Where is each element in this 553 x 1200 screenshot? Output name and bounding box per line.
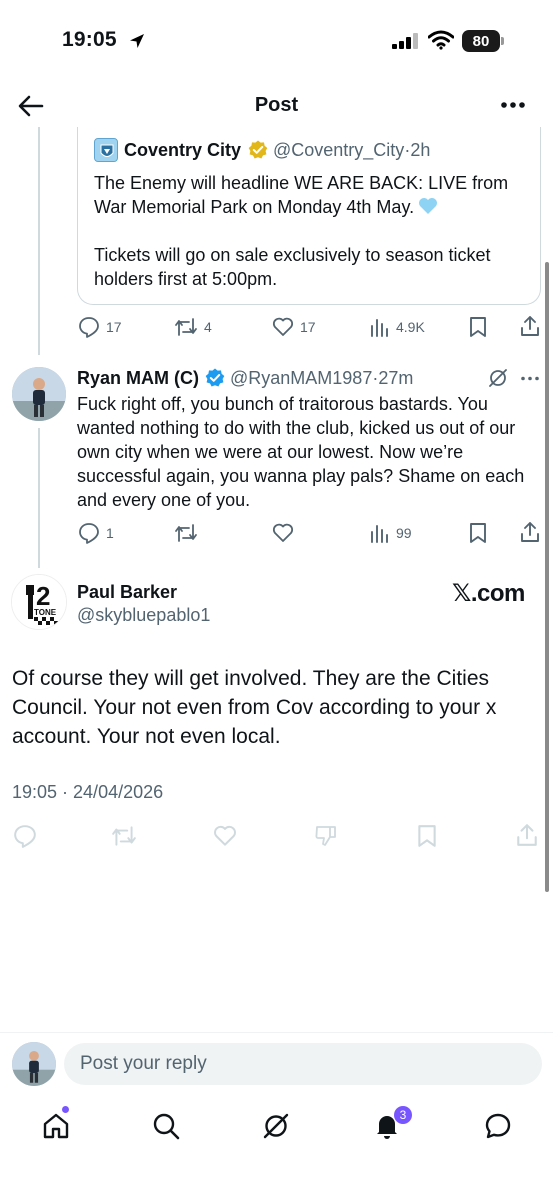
reply-count-button[interactable]: 17	[78, 316, 122, 338]
grok-icon[interactable]	[488, 368, 508, 388]
grok-icon	[263, 1113, 289, 1139]
dislike-icon	[315, 826, 336, 846]
status-time: 19:05	[62, 28, 117, 51]
views-count: 4.9K	[396, 319, 425, 335]
heart-icon	[272, 317, 294, 336]
repost-count: 4	[204, 319, 212, 335]
share-icon	[517, 824, 537, 846]
views-count: 99	[396, 525, 412, 541]
reply-author-handle: @RyanMAM1987·27m	[230, 368, 414, 388]
like-button[interactable]	[272, 522, 294, 544]
downvote-button[interactable]	[314, 824, 338, 848]
wifi-icon	[428, 30, 454, 50]
gold-verified-badge-icon	[248, 140, 268, 160]
avatar-logo-word: TONE	[34, 608, 57, 617]
heart-icon	[272, 523, 294, 542]
x-com-watermark: 𝕏.com	[452, 580, 525, 607]
notifications-badge: 3	[394, 1106, 412, 1124]
reply-icon	[79, 317, 99, 338]
share-icon	[521, 316, 539, 336]
bookmark-button[interactable]	[468, 522, 488, 544]
thread-line	[38, 428, 40, 568]
repost-icon	[175, 524, 197, 542]
bookmark-icon	[470, 317, 486, 337]
home-unread-dot	[62, 1106, 69, 1113]
nav-messages[interactable]	[484, 1112, 512, 1140]
repost-button[interactable]	[174, 522, 198, 544]
views-button[interactable]: 4.9K	[370, 316, 425, 338]
reply-more-icon[interactable]	[520, 376, 540, 381]
share-button[interactable]	[519, 315, 541, 337]
reply-icon	[14, 825, 36, 848]
repost-button[interactable]	[111, 824, 137, 848]
share-icon	[521, 522, 539, 542]
reply-button[interactable]	[13, 824, 37, 848]
bookmark-button[interactable]	[468, 316, 488, 338]
thread-line	[38, 127, 40, 355]
reply-author-avatar[interactable]	[12, 367, 66, 421]
cellular-signal-icon	[392, 33, 420, 49]
avatar-logo-number: 2	[36, 581, 50, 611]
reply-author-name[interactable]: Ryan MAM (C)	[77, 368, 199, 389]
nav-home[interactable]	[42, 1112, 70, 1140]
repost-count-button[interactable]: 4	[174, 316, 212, 338]
views-chart-icon	[371, 319, 388, 337]
bookmark-button[interactable]	[416, 824, 438, 848]
heart-icon	[214, 825, 236, 846]
blue-verified-badge-icon	[205, 368, 225, 388]
location-arrow-icon	[128, 32, 146, 50]
reply-icon	[79, 523, 99, 544]
page-title: Post	[254, 94, 299, 116]
divider	[0, 1032, 553, 1033]
reply-count-button[interactable]: 1	[78, 522, 114, 544]
share-button[interactable]	[515, 823, 539, 847]
like-count-button[interactable]: 17	[272, 316, 316, 338]
reply-text: Fuck right off, you bunch of traitorous …	[77, 394, 525, 510]
main-post-text: Of course they will get involved. They a…	[12, 667, 497, 748]
current-user-avatar[interactable]	[12, 1042, 56, 1086]
nav-search[interactable]	[152, 1112, 180, 1140]
bookmark-icon	[470, 523, 486, 543]
main-author-avatar[interactable]: 2 TONE	[11, 574, 67, 630]
chat-bubble-icon	[485, 1113, 511, 1139]
post-timestamp: 19:05 · 24/04/2026	[12, 782, 164, 802]
back-arrow-icon[interactable]	[18, 94, 44, 118]
views-button[interactable]: 99	[370, 522, 412, 544]
main-author-name[interactable]: Paul Barker	[77, 582, 177, 603]
quoted-author-name[interactable]: Coventry City	[124, 140, 241, 161]
reply-input[interactable]	[64, 1043, 542, 1085]
bookmark-icon	[418, 825, 436, 847]
reply-count: 17	[106, 319, 122, 335]
repost-icon	[112, 826, 136, 846]
like-button[interactable]	[213, 824, 237, 848]
quoted-tweet-avatar[interactable]	[94, 138, 118, 162]
quoted-author-handle: @Coventry_City·2h	[273, 140, 431, 160]
views-chart-icon	[371, 525, 388, 543]
search-icon	[153, 1113, 180, 1140]
nav-grok[interactable]	[262, 1112, 290, 1140]
battery-level: 80	[462, 30, 500, 52]
quoted-tweet-text: The Enemy will headline WE ARE BACK: LIV…	[94, 173, 509, 289]
share-button[interactable]	[519, 521, 541, 543]
scrollbar[interactable]	[545, 262, 549, 892]
home-icon	[43, 1113, 69, 1139]
like-count: 17	[300, 319, 316, 335]
repost-icon	[175, 318, 197, 336]
battery-nub	[501, 37, 504, 45]
reply-count: 1	[106, 525, 114, 541]
light-blue-heart-icon	[419, 198, 438, 214]
main-author-handle: @skybluepablo1	[77, 605, 211, 625]
more-options-icon[interactable]	[500, 101, 526, 109]
